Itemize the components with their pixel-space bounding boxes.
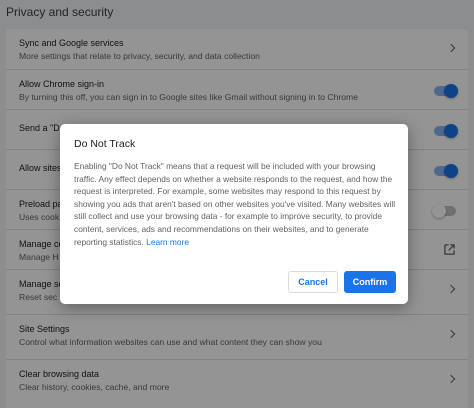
- learn-more-link[interactable]: Learn more: [146, 237, 189, 247]
- confirm-button[interactable]: Confirm: [344, 271, 396, 293]
- dialog-title: Do Not Track: [74, 138, 136, 150]
- dialog-body-text: Enabling "Do Not Track" means that a req…: [74, 161, 396, 247]
- dialog-body: Enabling "Do Not Track" means that a req…: [74, 160, 396, 248]
- do-not-track-dialog: Do Not Track Enabling "Do Not Track" mea…: [60, 124, 408, 304]
- cancel-button[interactable]: Cancel: [288, 271, 338, 293]
